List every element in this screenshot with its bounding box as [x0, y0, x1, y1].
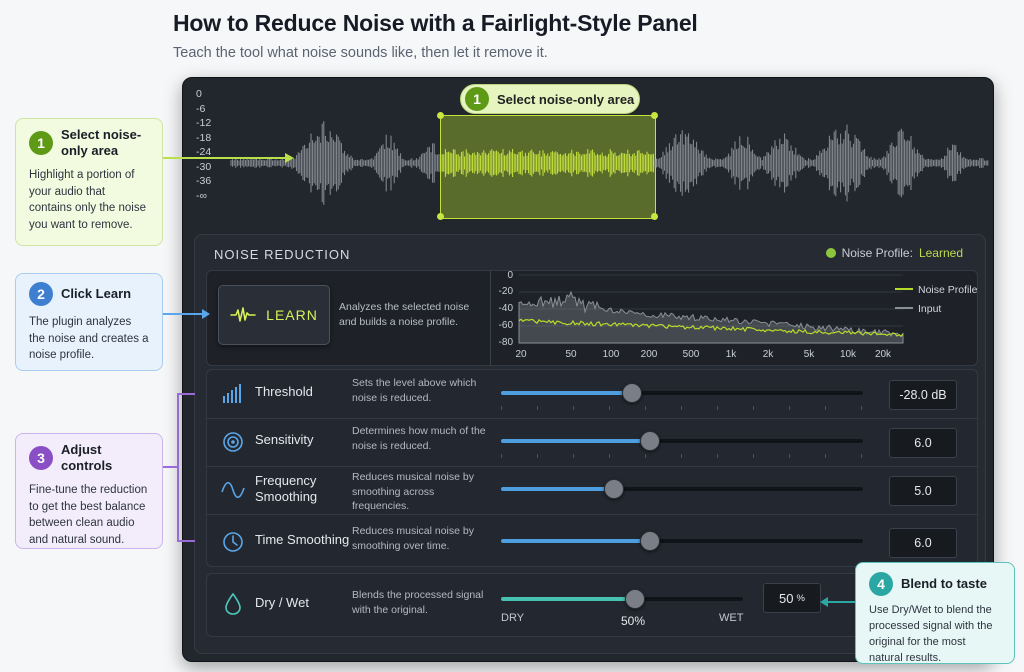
dry-label: DRY [501, 612, 525, 624]
spectrum-x-tick: 500 [683, 349, 700, 360]
callout-select-noise: 1 Select noise-only area Highlight a port… [15, 118, 163, 246]
sensitivity-slider[interactable] [501, 431, 863, 451]
callout-blend: 4 Blend to taste Use Dry/Wet to blend the… [855, 562, 1015, 664]
level-bars-icon [221, 382, 245, 406]
callout-click-learn: 2 Click Learn The plugin analyzes the noi… [15, 273, 163, 371]
threshold-value[interactable]: -28.0 dB [889, 380, 957, 410]
selection-handle[interactable] [437, 112, 444, 119]
frequency-smoothing-slider[interactable] [501, 479, 863, 499]
control-label: Time Smoothing [255, 532, 350, 547]
threshold-slider[interactable] [501, 383, 863, 403]
noise-profile-status: Noise Profile: Learned [825, 246, 963, 260]
control-description: Blends the processed signal with the ori… [352, 589, 484, 616]
sine-wave-icon [221, 478, 245, 502]
controls-group: Threshold Sets the level above which noi… [206, 369, 978, 567]
droplet-icon [221, 592, 245, 616]
callout-title: Select noise-only area [61, 127, 142, 158]
spectrum-x-tick: 200 [641, 349, 658, 360]
control-row-time-smoothing: Time Smoothing Reduces musical noise by … [207, 518, 977, 566]
selection-label: 1 Select noise-only area [460, 84, 640, 114]
dry-wet-unit: % [796, 592, 805, 604]
learn-button-label: LEARN [266, 307, 318, 323]
selection-handle[interactable] [651, 112, 658, 119]
input-spectrum-line [518, 290, 904, 344]
control-row-sensitivity: Sensitivity Determines how much of the n… [207, 418, 977, 467]
spectrum-x-tick: 1k [726, 349, 738, 360]
noise-reduction-title: NOISE REDUCTION [214, 247, 351, 262]
spectrum-x-tick: 10k [840, 349, 857, 360]
callout-body: The plugin analyzes the noise and create… [29, 316, 149, 361]
profile-status: Learned [918, 246, 963, 260]
control-row-threshold: Threshold Sets the level above which noi… [207, 370, 977, 419]
slider-knob[interactable] [622, 383, 643, 403]
control-description: Determines how much of the noise is redu… [352, 425, 486, 452]
spectrum-y-tick: -80 [499, 337, 514, 348]
dry-wet-slider[interactable] [501, 589, 743, 609]
spectrum-x-tick: 50 [565, 349, 577, 360]
selection-handle[interactable] [437, 213, 444, 220]
control-description: Reduces musical noise by smoothing acros… [352, 471, 474, 512]
dry-wet-number: 50 [779, 590, 794, 606]
callout-title: Adjust controls [61, 442, 113, 473]
slider-knob[interactable] [604, 479, 625, 499]
step-badge: 4 [869, 572, 893, 596]
legend-input-label: Input [918, 303, 941, 315]
spectrum-x-tick: 5k [804, 349, 816, 360]
callout-body: Use Dry/Wet to blend the processed signa… [869, 604, 993, 664]
frequency-smoothing-value[interactable]: 5.0 [889, 476, 957, 506]
selection-handle[interactable] [651, 213, 658, 220]
status-dot-icon [825, 248, 836, 258]
target-icon [221, 430, 245, 454]
step-badge: 3 [29, 446, 53, 470]
page-title: How to Reduce Noise with a Fairlight-Sty… [173, 10, 698, 36]
step-badge: 1 [465, 87, 489, 111]
control-description: Sets the level above which noise is redu… [352, 377, 477, 404]
slider-knob[interactable] [625, 589, 646, 609]
spectrum-x-tick: 2k [763, 349, 775, 360]
waveform-signal [230, 121, 989, 205]
spectrum-y-tick: -60 [499, 320, 514, 331]
learn-button[interactable]: LEARN [218, 285, 330, 345]
sensitivity-value[interactable]: 6.0 [889, 428, 957, 458]
control-description: Reduces musical noise by smoothing over … [352, 525, 474, 552]
spectrum-x-tick: 100 [603, 349, 620, 360]
page-subtitle: Teach the tool what noise sounds like, t… [173, 45, 548, 61]
legend-profile-label: Noise Profile [918, 284, 977, 296]
slider-knob[interactable] [640, 431, 661, 451]
callout-adjust-controls: 3 Adjust controls Fine-tune the reduction… [15, 433, 163, 549]
slider-knob[interactable] [640, 531, 661, 551]
control-label: Dry / Wet [255, 595, 309, 610]
time-smoothing-slider[interactable] [501, 531, 863, 551]
spectrum-x-tick: 20k [875, 349, 892, 360]
slider-ticks [501, 454, 863, 459]
spectrum-y-tick: -40 [499, 303, 514, 314]
learn-section: LEARN Analyzes the selected noise and bu… [206, 270, 978, 366]
dry-wet-center-label: 50% [621, 614, 646, 628]
control-label: Frequency Smoothing [255, 473, 318, 504]
waveform-display[interactable]: 0 -6 -12 -18 -24 -30 -36 -∞ 1 Select noi… [183, 78, 993, 228]
learn-description: Analyzes the selected noise and builds a… [339, 301, 470, 328]
control-row-frequency-smoothing: Frequency Smoothing Reduces musical nois… [207, 466, 977, 515]
spectrum-y-tick: 0 [507, 271, 513, 281]
time-smoothing-value[interactable]: 6.0 [889, 528, 957, 558]
waveform-noise-signal [440, 149, 654, 177]
profile-label: Noise Profile: [841, 246, 913, 260]
callout-title: Click Learn [61, 286, 132, 301]
control-label: Sensitivity [255, 432, 314, 447]
clock-icon [221, 530, 245, 554]
spectrum-analyzer: 0 -20 -40 -60 -80 20 50 100 200 500 1k 2k 5k 10k… [490, 271, 977, 365]
spectrum-x-tick: 20 [515, 349, 527, 360]
spectrum-y-tick: -20 [499, 286, 514, 297]
callout-body: Fine-tune the reduction to get the best … [29, 484, 148, 546]
dry-wet-value[interactable]: 50 % [763, 583, 821, 613]
wet-label: WET [719, 612, 744, 624]
step-badge: 1 [29, 131, 53, 155]
slider-ticks [501, 406, 863, 411]
selection-label-text: Select noise-only area [497, 91, 635, 107]
control-label: Threshold [255, 384, 313, 399]
callout-title: Blend to taste [901, 576, 987, 591]
step-badge: 2 [29, 282, 53, 306]
waveform-pulse-icon [230, 307, 256, 322]
callout-body: Highlight a portion of your audio that c… [29, 169, 146, 231]
